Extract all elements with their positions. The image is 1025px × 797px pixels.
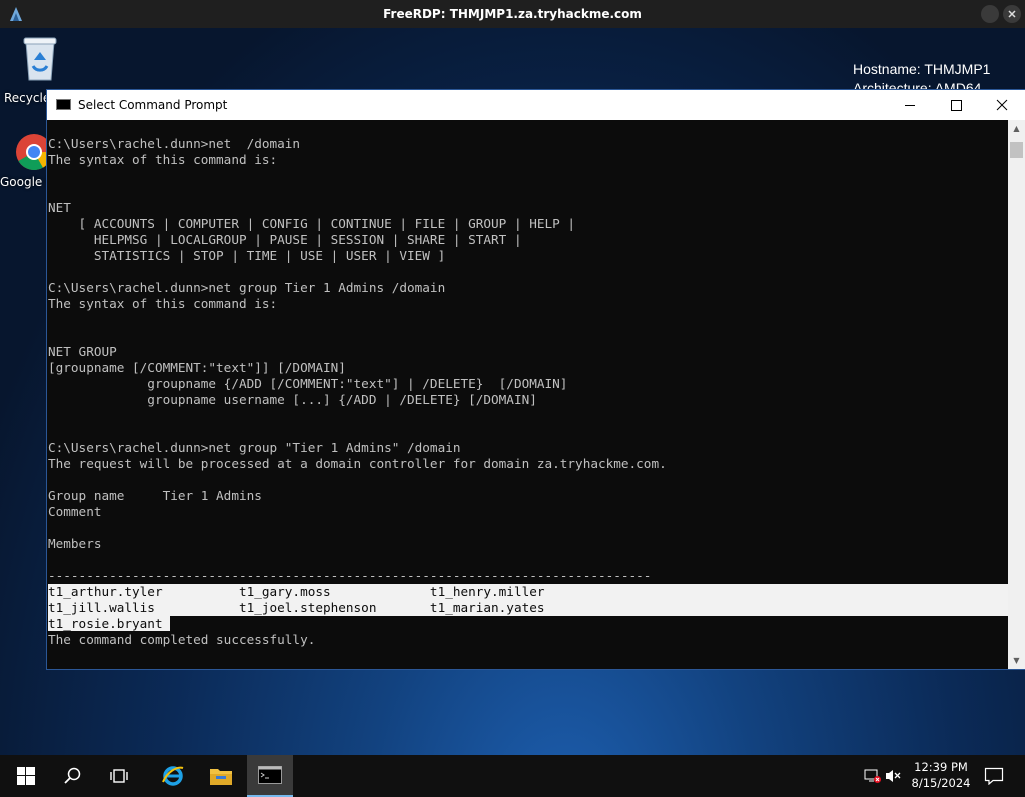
console-line: groupname {/ADD [/COMMENT:"text"] | /DEL…	[48, 376, 568, 391]
console-line: groupname username [...] {/ADD | /DELETE…	[48, 392, 537, 407]
hostname-text: Hostname: THMJMP1	[853, 61, 991, 77]
close-button[interactable]	[979, 90, 1025, 120]
console-line: The syntax of this command is:	[48, 296, 278, 311]
console-line: C:\Users\rachel.dunn>net /domain	[48, 136, 301, 151]
command-prompt-icon	[56, 99, 71, 110]
console-line: t1_arthur.tyler t1_gary.moss t1_henry.mi…	[48, 584, 1008, 600]
console-line: t1_jill.wallis t1_joel.stephenson t1_mar…	[48, 600, 1008, 616]
search-button[interactable]	[50, 755, 96, 797]
command-prompt-icon	[258, 766, 282, 784]
minimize-icon[interactable]	[981, 5, 999, 23]
console-line: Members	[48, 536, 102, 551]
console-line: STATISTICS | STOP | TIME | USE | USER | …	[48, 248, 446, 263]
task-view-icon	[110, 769, 128, 783]
console-line: The request will be processed at a domai…	[48, 456, 667, 471]
internet-explorer-icon	[162, 766, 184, 786]
search-icon	[64, 767, 81, 784]
console-line: C:\Users\rachel.dunn>net group Tier 1 Ad…	[48, 280, 446, 295]
system-clock[interactable]: 12:39 PM 8/15/2024	[905, 759, 977, 791]
internet-explorer-button[interactable]	[150, 755, 196, 797]
console-line: NET GROUP	[48, 344, 117, 359]
clock-date: 8/15/2024	[911, 776, 971, 790]
network-icon[interactable]	[864, 768, 882, 784]
minimize-button[interactable]	[887, 90, 933, 120]
vertical-scrollbar[interactable]: ▲ ▼	[1008, 120, 1025, 669]
console-line: Group name Tier 1 Admins	[48, 488, 262, 503]
scroll-thumb[interactable]	[1010, 142, 1023, 158]
task-view-button[interactable]	[97, 755, 143, 797]
console-line: ----------------------------------------…	[48, 568, 652, 583]
console-line: The syntax of this command is:	[48, 152, 278, 167]
scroll-up-icon[interactable]: ▲	[1008, 120, 1025, 137]
command-prompt-window[interactable]: Select Command Prompt C:\Users\rachel.du…	[47, 90, 1025, 669]
freerdp-title-bar[interactable]: FreeRDP: THMJMP1.za.tryhackme.com	[0, 0, 1025, 28]
scroll-down-icon[interactable]: ▼	[1008, 652, 1025, 669]
console-output[interactable]: C:\Users\rachel.dunn>net /domain The synt…	[48, 120, 1008, 669]
minimize-icon	[905, 105, 915, 106]
command-prompt-title-bar[interactable]: Select Command Prompt	[47, 90, 1025, 120]
window-title: Select Command Prompt	[78, 98, 228, 112]
console-line: [ ACCOUNTS | COMPUTER | CONFIG | CONTINU…	[48, 216, 576, 231]
close-icon	[996, 99, 1008, 111]
taskbar: 12:39 PM 8/15/2024	[0, 755, 1025, 797]
freerdp-window-title: FreeRDP: THMJMP1.za.tryhackme.com	[383, 7, 642, 21]
console-line: Comment	[48, 504, 102, 519]
recycle-bin-icon	[23, 37, 57, 81]
selected-text: t1_rosie.bryant	[48, 616, 171, 631]
command-prompt-button[interactable]	[247, 755, 293, 797]
volume-muted-icon[interactable]	[884, 768, 902, 784]
console-line: t1_rosie.bryant	[48, 616, 1008, 632]
console-line: The command completed successfully.	[48, 632, 316, 647]
start-button[interactable]	[3, 755, 49, 797]
console-line: C:\Users\rachel.dunn>net group "Tier 1 A…	[48, 440, 461, 455]
console-line: [groupname [/COMMENT:"text"]] [/DOMAIN]	[48, 360, 346, 375]
file-explorer-button[interactable]	[198, 755, 244, 797]
maximize-icon	[951, 100, 962, 111]
clock-time: 12:39 PM	[914, 760, 968, 774]
windows-logo-icon	[17, 767, 35, 785]
console-line: HELPMSG | LOCALGROUP | PAUSE | SESSION |…	[48, 232, 522, 247]
maximize-button[interactable]	[933, 90, 979, 120]
console-line: NET	[48, 200, 71, 215]
notifications-icon[interactable]	[984, 767, 1004, 785]
close-icon[interactable]	[1003, 5, 1021, 23]
folder-icon	[210, 769, 232, 785]
